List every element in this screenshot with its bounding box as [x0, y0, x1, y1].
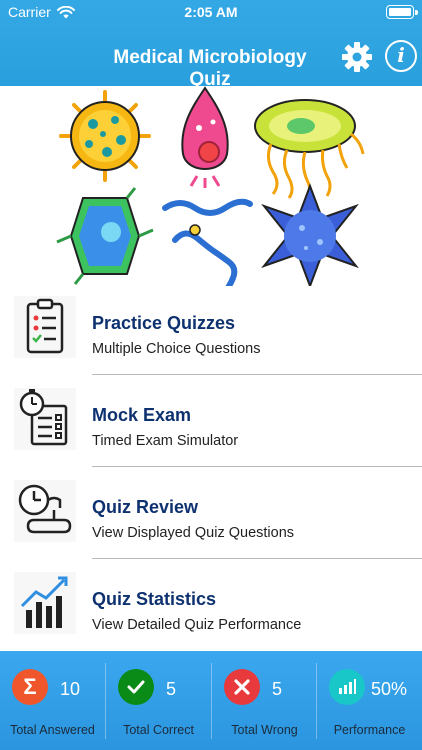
status-time: 2:05 AM [184, 4, 238, 20]
bar-chart-icon [329, 669, 365, 705]
menu-subtitle: Multiple Choice Questions [92, 341, 261, 357]
stat-total-answered[interactable]: Σ 10 Total Answered [0, 651, 105, 750]
divider [92, 374, 422, 375]
blue-star-virus-icon [261, 183, 359, 286]
gear-icon[interactable] [340, 40, 374, 74]
stat-label: Performance [333, 723, 406, 737]
yellow-virus-icon [59, 90, 151, 182]
blue-green-cell-icon [56, 187, 154, 285]
menu-title: Practice Quizzes [92, 313, 236, 333]
stat-total-correct[interactable]: 5 Total Correct [106, 651, 211, 750]
divider [92, 466, 422, 467]
stat-value: 50% [371, 679, 408, 699]
clock-scroll-icon [14, 480, 76, 542]
menu-title: Mock Exam [92, 405, 192, 425]
checkmark-icon [118, 669, 154, 705]
green-bacterium-icon [254, 99, 365, 201]
page-title: Medical Microbiology Quiz [113, 47, 307, 90]
sigma-icon: Σ [12, 669, 48, 705]
stat-label: Total Answered [10, 723, 95, 737]
clipboard-checklist-icon [14, 296, 76, 358]
stat-label: Total Wrong [231, 723, 298, 737]
stat-value: 10 [60, 679, 81, 699]
menu-title: Quiz Statistics [92, 589, 217, 609]
stat-total-wrong[interactable]: 5 Total Wrong [212, 651, 317, 750]
stats-bar: Σ 10 Total Answered 5 Total Correct 5 To… [0, 651, 422, 750]
spirochete-icon [162, 198, 253, 286]
info-icon[interactable]: i [385, 40, 417, 72]
stat-value: 5 [166, 679, 177, 699]
stat-value: 5 [272, 679, 283, 699]
cross-icon [224, 669, 260, 705]
microbes-illustration [56, 86, 365, 286]
status-bar: Carrier 2:05 AM [0, 0, 422, 24]
menu-subtitle: Timed Exam Simulator [92, 433, 239, 449]
menu-subtitle: View Detailed Quiz Performance [92, 617, 302, 633]
battery-icon [386, 5, 418, 19]
stopwatch-form-icon [14, 388, 76, 450]
stat-performance[interactable]: 50% Performance [317, 651, 422, 750]
menu-title: Quiz Review [92, 497, 199, 517]
stat-label: Total Correct [123, 723, 194, 737]
menu-subtitle: View Displayed Quiz Questions [92, 525, 295, 541]
app-header: Carrier 2:05 AM Medical Microbiology Qui… [0, 0, 422, 90]
bar-chart-trend-icon [14, 572, 76, 634]
divider [92, 558, 422, 559]
pink-cell-icon [181, 86, 229, 188]
